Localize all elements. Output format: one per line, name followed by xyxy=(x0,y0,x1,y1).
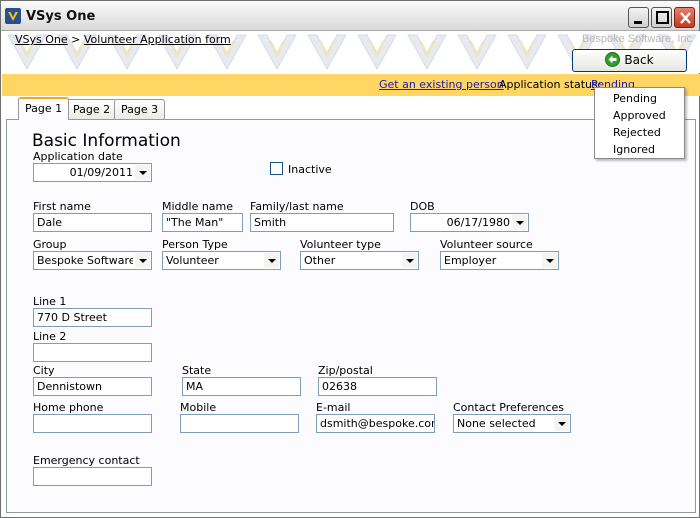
line1-label: Line 1 xyxy=(33,295,67,308)
application-status-label: Application status: xyxy=(499,78,602,91)
contact-preferences-select[interactable]: None selected xyxy=(453,414,571,433)
status-option-approved[interactable]: Approved xyxy=(613,109,666,122)
back-label: Back xyxy=(624,53,654,67)
title-bar[interactable]: VSys One xyxy=(1,1,699,31)
volunteer-type-select[interactable]: Other xyxy=(300,251,419,270)
tab-page-2[interactable]: Page 2 xyxy=(66,99,118,119)
inactive-checkbox[interactable] xyxy=(270,162,283,175)
chevron-down-icon xyxy=(512,215,527,230)
first-name-label: First name xyxy=(33,200,91,213)
first-name-field[interactable]: Dale xyxy=(33,213,152,232)
breadcrumb-home-link[interactable]: VSys One xyxy=(15,33,68,46)
home-phone-field[interactable] xyxy=(33,414,152,433)
line1-field[interactable]: 770 D Street xyxy=(33,308,152,327)
group-select[interactable]: Bespoke Software, I xyxy=(33,251,152,270)
emergency-contact-label: Emergency contact xyxy=(33,454,140,467)
app-window: VSys One VSys One > Volunteer Applicatio… xyxy=(0,0,700,518)
breadcrumb-current-link[interactable]: Volunteer Application form xyxy=(84,33,231,46)
mobile-label: Mobile xyxy=(180,401,217,414)
window-title: VSys One xyxy=(26,9,96,24)
company-name: Bespoke Software, Inc xyxy=(581,33,692,45)
close-button[interactable] xyxy=(674,7,695,28)
zip-field[interactable]: 02638 xyxy=(318,377,437,396)
email-label: E-mail xyxy=(316,401,351,414)
app-logo-icon xyxy=(5,8,21,24)
line2-field[interactable] xyxy=(33,343,152,362)
group-label: Group xyxy=(33,238,67,251)
middle-name-field[interactable]: "The Man" xyxy=(162,213,243,232)
city-field[interactable]: Dennistown xyxy=(33,377,152,396)
breadcrumb-separator: > xyxy=(71,33,81,46)
back-arrow-icon xyxy=(605,52,621,74)
middle-name-label: Middle name xyxy=(162,200,234,213)
tab-page-3[interactable]: Page 3 xyxy=(114,99,166,119)
person-type-label: Person Type xyxy=(162,238,228,251)
chevron-down-icon xyxy=(542,253,557,268)
back-button[interactable]: Back xyxy=(572,49,687,72)
chevron-down-icon xyxy=(554,416,569,431)
dob-label: DOB xyxy=(410,200,435,213)
chevron-down-icon xyxy=(402,253,417,268)
volunteer-source-select[interactable]: Employer xyxy=(440,251,559,270)
status-menu: Pending Approved Rejected Ignored xyxy=(594,87,685,159)
application-date-label: Application date xyxy=(33,150,123,163)
status-option-ignored[interactable]: Ignored xyxy=(613,143,655,156)
maximize-button[interactable] xyxy=(651,7,672,28)
status-option-rejected[interactable]: Rejected xyxy=(613,126,661,139)
line2-label: Line 2 xyxy=(33,330,67,343)
inactive-label: Inactive xyxy=(288,163,332,176)
contact-preferences-label: Contact Preferences xyxy=(453,401,564,414)
person-type-select[interactable]: Volunteer xyxy=(162,251,281,270)
get-existing-person-link[interactable]: Get an existing person xyxy=(379,78,504,91)
status-option-pending[interactable]: Pending xyxy=(613,92,657,105)
last-name-field[interactable]: Smith xyxy=(250,213,394,232)
email-field[interactable]: dsmith@bespoke.com xyxy=(316,414,435,433)
minimize-button[interactable] xyxy=(628,7,649,28)
volunteer-source-label: Volunteer source xyxy=(440,238,533,251)
volunteer-type-label: Volunteer type xyxy=(300,238,381,251)
zip-label: Zip/postal xyxy=(318,364,373,377)
emergency-contact-field[interactable] xyxy=(33,467,152,486)
last-name-label: Family/last name xyxy=(250,200,344,213)
city-label: City xyxy=(33,364,55,377)
tab-page-1[interactable]: Page 1 xyxy=(18,97,70,120)
chevron-down-icon xyxy=(264,253,279,268)
state-field[interactable]: MA xyxy=(182,377,301,396)
home-phone-label: Home phone xyxy=(33,401,104,414)
chevron-down-icon xyxy=(135,253,150,268)
dob-picker[interactable]: 06/17/1980 xyxy=(410,213,529,232)
section-title: Basic Information xyxy=(32,131,181,151)
state-label: State xyxy=(182,364,212,377)
mobile-field[interactable] xyxy=(180,414,299,433)
application-date-picker[interactable]: 01/09/2011 xyxy=(33,163,152,182)
chevron-down-icon xyxy=(135,165,150,180)
breadcrumb: VSys One > Volunteer Application form xyxy=(15,33,231,46)
